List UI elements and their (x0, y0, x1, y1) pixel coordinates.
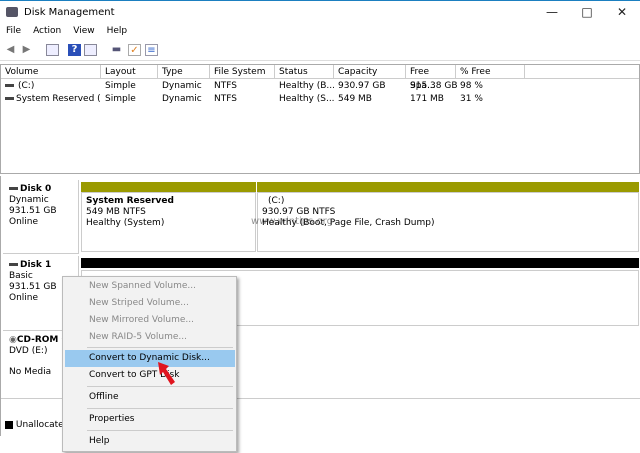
menu-separator (87, 347, 233, 348)
close-button[interactable]: ✕ (612, 5, 632, 21)
column-status[interactable]: Status (275, 65, 334, 79)
cell-type: Dynamic (162, 81, 202, 91)
dynamic-bar (257, 182, 639, 192)
back-icon[interactable]: ◀ (4, 44, 17, 56)
legend: Unallocated (5, 420, 69, 430)
unallocated-bar (81, 258, 639, 268)
menu-separator (87, 408, 233, 409)
disk-size: 931.51 GB (9, 206, 57, 216)
partition-name: (C:) (268, 196, 285, 206)
menu-separator (87, 430, 233, 431)
menu-item-new-raid5-volume[interactable]: New RAID-5 Volume... (65, 329, 235, 346)
connect-icon[interactable]: ▬ (110, 44, 123, 56)
disk-type: Dynamic (9, 195, 49, 205)
action-pane-icon[interactable] (84, 44, 97, 56)
menu-bar: File Action View Help (0, 26, 640, 40)
maximize-button[interactable]: □ (577, 5, 597, 21)
watermark: www.wintips.org (251, 216, 333, 227)
column-percent-free[interactable]: % Free (456, 65, 525, 79)
menu-view[interactable]: View (73, 26, 94, 36)
cell-fs: NTFS (214, 94, 237, 104)
cell-volume: System Reserved (... (1, 93, 101, 105)
cell-layout: Simple (105, 94, 136, 104)
menu-item-offline[interactable]: Offline (65, 389, 235, 406)
partition-name: System Reserved (86, 196, 174, 206)
volume-name: (C:) (18, 81, 35, 91)
unallocated-swatch (5, 420, 13, 429)
menu-item-convert-to-gpt-disk[interactable]: Convert to GPT Disk (65, 367, 235, 384)
menu-item-convert-to-dynamic-disk[interactable]: Convert to Dynamic Disk... (65, 350, 235, 367)
title-bar: Disk Management — □ ✕ (0, 0, 640, 25)
column-layout[interactable]: Layout (101, 65, 158, 79)
cell-type: Dynamic (162, 94, 202, 104)
cell-pct: 31 % (460, 94, 483, 104)
cell-free: 171 MB (410, 94, 444, 104)
disk-icon (9, 263, 18, 266)
cell-capacity: 549 MB (338, 94, 372, 104)
cell-capacity: 930.97 GB (338, 81, 386, 91)
cell-volume: (C:) (1, 80, 101, 92)
partition-status: Healthy (System) (86, 218, 165, 228)
cell-free: 915.38 GB (410, 81, 458, 91)
volume-icon (5, 97, 14, 100)
cell-layout: Simple (105, 81, 136, 91)
disk-0-label[interactable]: Disk 0 Dynamic 931.51 GB Online (3, 180, 79, 254)
app-icon (6, 7, 18, 17)
menu-help[interactable]: Help (107, 26, 128, 36)
column-capacity[interactable]: Capacity (334, 65, 406, 79)
disk-name: Disk 0 (20, 184, 52, 194)
menu-item-help[interactable]: Help (65, 433, 235, 450)
menu-item-properties[interactable]: Properties (65, 411, 235, 428)
context-menu: New Spanned Volume... New Striped Volume… (62, 276, 237, 452)
disk-state: Online (9, 217, 39, 227)
column-free-space[interactable]: Free Spa... (406, 65, 456, 91)
disk-name: Disk 1 (20, 260, 52, 270)
menu-item-new-spanned-volume[interactable]: New Spanned Volume... (65, 278, 235, 295)
cell-fs: NTFS (214, 81, 237, 91)
menu-action[interactable]: Action (33, 26, 61, 36)
console-tree-icon[interactable] (46, 44, 59, 56)
help-icon[interactable]: ? (68, 44, 81, 56)
disk-icon (9, 187, 18, 190)
menu-item-new-striped-volume[interactable]: New Striped Volume... (65, 295, 235, 312)
properties-icon[interactable]: ≡ (145, 44, 158, 56)
cell-status: Healthy (S... (279, 94, 334, 104)
menu-item-new-mirrored-volume[interactable]: New Mirrored Volume... (65, 312, 235, 329)
cdrom-icon: ◉ (9, 335, 17, 345)
column-volume[interactable]: Volume (1, 65, 101, 79)
column-filler (525, 65, 639, 79)
column-type[interactable]: Type (158, 65, 210, 79)
cell-status: Healthy (B... (279, 81, 334, 91)
forward-icon[interactable]: ▶ (20, 44, 33, 56)
volume-name: System Reserved (... (16, 94, 101, 104)
partition-detail: 549 MB NTFS (86, 207, 146, 217)
check-icon[interactable]: ✓ (128, 44, 141, 56)
cell-pct: 98 % (460, 81, 483, 91)
partition-system-reserved[interactable]: System Reserved 549 MB NTFS Healthy (Sys… (81, 182, 256, 252)
volume-list: Volume Layout Type File System Status Ca… (0, 64, 640, 174)
red-arrow-pointer-icon (158, 362, 175, 385)
menu-file[interactable]: File (6, 26, 21, 36)
minimize-button[interactable]: — (542, 5, 562, 21)
dynamic-bar (81, 182, 256, 192)
window-title: Disk Management (24, 7, 115, 18)
volume-icon (5, 84, 14, 87)
disk-name: CD-ROM 0 (16, 335, 68, 345)
toolbar: ◀ ▶ ? ▬ ✓ ≡ (0, 41, 640, 61)
column-file-system[interactable]: File System (210, 65, 275, 79)
